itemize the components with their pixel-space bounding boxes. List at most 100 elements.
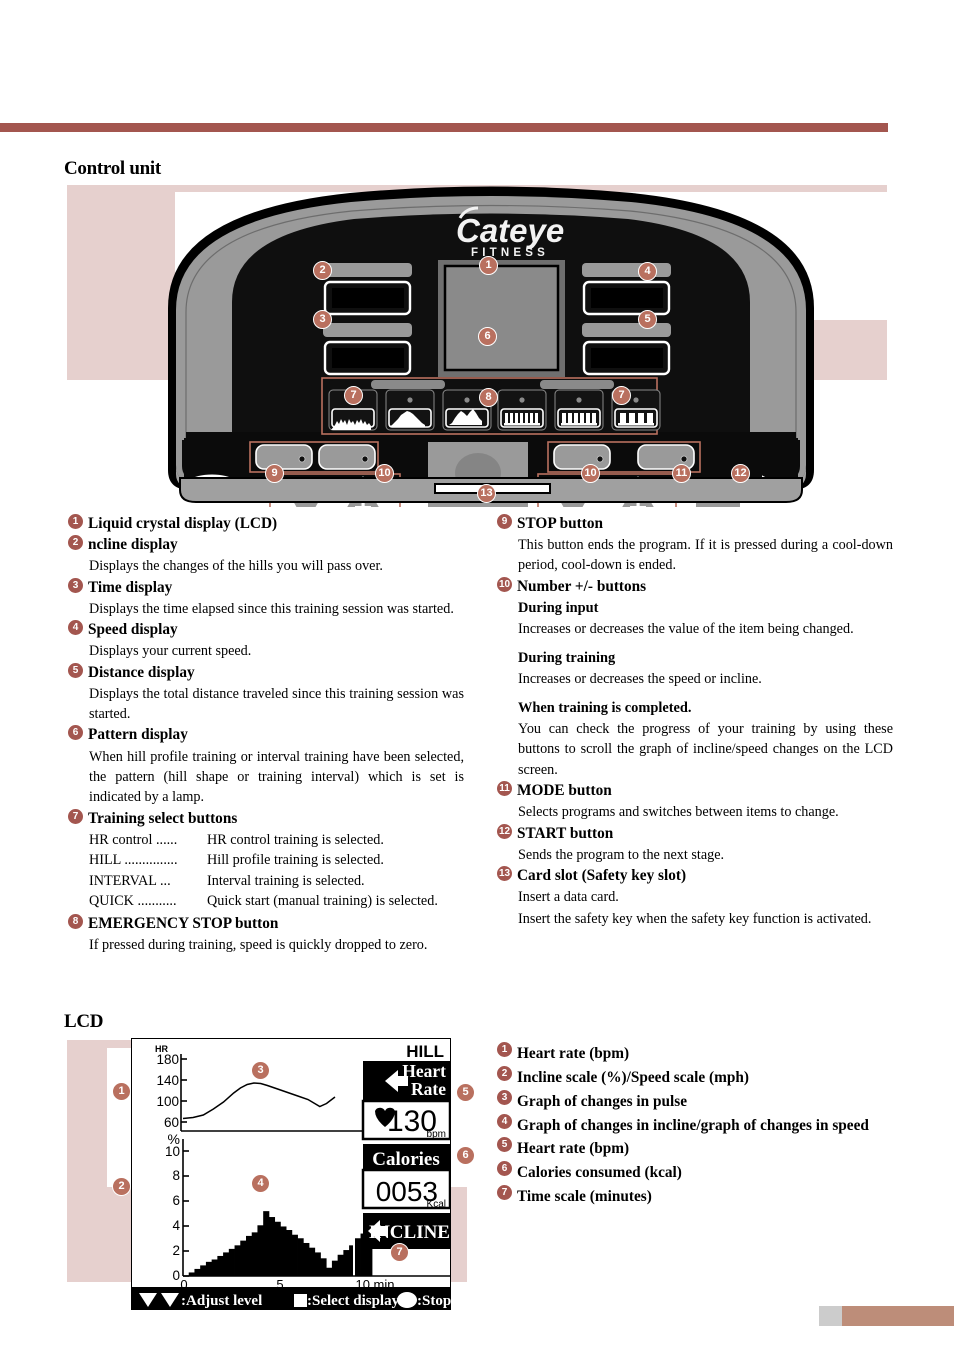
item-title: Card slot (Safety key slot): [517, 867, 687, 885]
lcd-callout-1: 1: [112, 1082, 131, 1101]
table-row: INTERVAL ... Interval training is select…: [89, 871, 464, 892]
callout-2: 2: [313, 261, 332, 280]
svg-text:180: 180: [156, 1052, 179, 1067]
item-number: 6: [497, 1161, 512, 1177]
callout-10-right: 10: [581, 464, 600, 483]
list-item: 5 Distance display: [68, 662, 464, 683]
sub-heading: During input: [518, 599, 599, 616]
callout-1: 1: [479, 256, 498, 275]
training-mode-label: HILL ...............: [89, 852, 178, 869]
item-number: 1: [497, 1042, 512, 1057]
list-item: 2 ncline display: [68, 535, 464, 555]
lcd-callout-6: 6: [456, 1146, 475, 1165]
list-item: 3 Time display: [68, 577, 464, 598]
header-rule: [0, 123, 888, 132]
item-body: Displays the total distance traveled sin…: [89, 685, 464, 723]
svg-text::Stop: :Stop: [417, 1293, 451, 1309]
callout-9: 9: [265, 464, 284, 483]
svg-text:bpm: bpm: [427, 1129, 446, 1140]
callout-10-left: 10: [375, 464, 394, 483]
svg-text:10 min: 10 min: [355, 1277, 394, 1287]
list-item: 7 Time scale (minutes): [497, 1185, 897, 1209]
training-mode-desc: HR control training is selected.: [207, 831, 384, 848]
item-title: Time scale (minutes): [517, 1188, 652, 1206]
item-number: 8: [68, 914, 83, 930]
callout-4: 4: [638, 262, 657, 281]
list-item: 4 Speed display: [68, 620, 464, 640]
table-row: QUICK ........... Quick start (manual tr…: [89, 891, 464, 912]
item-title: STOP button: [517, 515, 604, 532]
item-number: 7: [68, 808, 83, 824]
svg-text::Select display: :Select display: [307, 1293, 400, 1309]
list-item: 4 Graph of changes in incline/graph of c…: [497, 1113, 897, 1138]
lcd-legend-list: 1 Heart rate (bpm) 2 Incline scale (%)/S…: [497, 1042, 897, 1209]
item-number: 10: [497, 576, 512, 592]
item-number: 6: [68, 725, 83, 741]
training-mode-label: HR control ......: [89, 831, 178, 848]
item-number: 12: [497, 823, 512, 839]
list-item: 9 STOP button: [497, 514, 893, 534]
item-body: Displays the changes of the hills you wi…: [89, 558, 383, 575]
svg-text:10: 10: [165, 1144, 180, 1159]
item-title: START button: [517, 824, 614, 842]
svg-text:100: 100: [156, 1094, 179, 1109]
lcd-callout-2: 2: [112, 1177, 131, 1196]
list-item: 7 Training select buttons: [68, 808, 464, 829]
sub-heading: When training is completed.: [518, 700, 692, 717]
item-body: When hill profile training or interval t…: [89, 748, 464, 806]
list-item: 5 Heart rate (bpm): [497, 1137, 897, 1161]
svg-text:HILL: HILL: [406, 1042, 444, 1061]
item-title: Graph of changes in incline/graph of cha…: [517, 1116, 869, 1134]
table-row: HILL ............... Hill profile traini…: [89, 850, 464, 871]
list-item: 3 Graph of changes in pulse: [497, 1089, 897, 1114]
item-body: Insert a data card.: [518, 889, 619, 906]
item-number: 1: [68, 514, 83, 529]
item-body: Selects programs and switches between it…: [518, 804, 839, 821]
svg-text::Adjust level: :Adjust level: [181, 1293, 262, 1309]
lcd-callout-4: 4: [251, 1174, 270, 1193]
item-number: 13: [497, 866, 512, 882]
training-mode-desc: Hill profile training is selected.: [207, 852, 384, 869]
callout-6: 6: [478, 327, 497, 346]
list-item: 8 EMERGENCY STOP button: [68, 914, 464, 934]
item-title: MODE button: [517, 782, 612, 800]
item-title: Speed display: [88, 621, 178, 639]
svg-text:4: 4: [172, 1218, 180, 1233]
item-number: 9: [497, 514, 512, 529]
svg-text:Kcal: Kcal: [427, 1199, 446, 1210]
item-number: 5: [68, 662, 83, 678]
svg-text:5: 5: [276, 1277, 283, 1287]
callout-3: 3: [313, 310, 332, 329]
list-item: 2 Incline scale (%)/Speed scale (mph): [497, 1065, 897, 1090]
training-mode-label: INTERVAL ...: [89, 872, 171, 889]
list-item: 10 Number +/- buttons: [497, 576, 893, 597]
svg-text:60: 60: [164, 1115, 179, 1130]
list-item: 1 Liquid crystal display (LCD): [68, 514, 464, 534]
training-mode-desc: Interval training is selected.: [207, 872, 365, 889]
item-title: Incline scale (%)/Speed scale (mph): [517, 1068, 749, 1086]
lcd-hint-bar: :Adjust level :Select display :Stop: [131, 1288, 451, 1310]
footer-block-accent: [842, 1306, 954, 1326]
item-number: 3: [68, 577, 83, 593]
svg-text:6: 6: [172, 1193, 180, 1208]
footer-block-gray: [819, 1306, 842, 1326]
item-number: 3: [497, 1089, 512, 1105]
item-number: 11: [497, 781, 512, 797]
page-title-control-unit: Control unit: [64, 158, 161, 179]
item-title: Number +/- buttons: [517, 577, 647, 595]
sub-heading: During training: [518, 650, 616, 667]
item-body: If pressed during training, speed is qui…: [89, 937, 428, 954]
item-title: Time display: [88, 578, 173, 596]
item-body: Sends the program to the next stage.: [518, 846, 725, 863]
item-body: Displays your current speed.: [89, 643, 252, 660]
callout-12: 12: [731, 464, 750, 483]
lcd-callout-5: 5: [456, 1083, 475, 1102]
list-item: 6 Calories consumed (kcal): [497, 1161, 897, 1185]
item-title: Graph of changes in pulse: [517, 1092, 687, 1110]
callout-7-left: 7: [344, 386, 363, 405]
svg-text:0: 0: [180, 1277, 187, 1287]
list-item: 1 Heart rate (bpm): [497, 1042, 897, 1066]
item-title: ncline display: [88, 536, 178, 554]
sub-body: Increases or decreases the speed or incl…: [518, 671, 762, 688]
item-number: 2: [497, 1065, 512, 1081]
